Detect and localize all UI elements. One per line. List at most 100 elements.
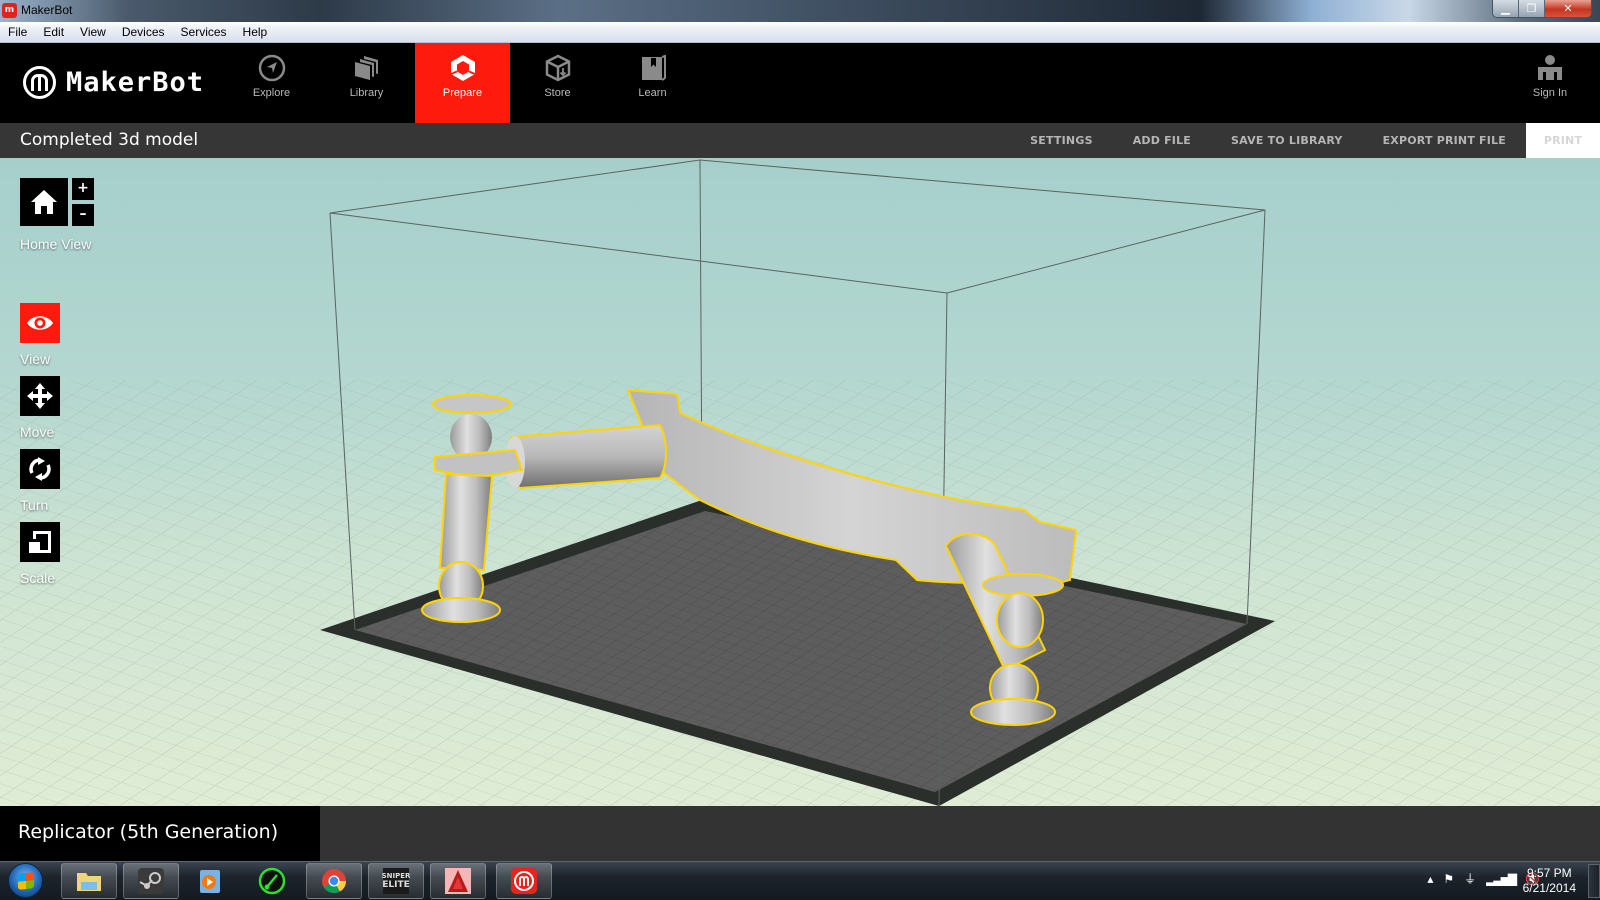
action-center-flag-icon[interactable]: ⚑ bbox=[1443, 872, 1454, 886]
compass-icon bbox=[258, 54, 285, 82]
view-button[interactable] bbox=[20, 303, 60, 343]
folder-icon bbox=[77, 873, 101, 891]
taskbar-makerbot[interactable] bbox=[496, 863, 552, 899]
home-view-label: Home View bbox=[20, 236, 92, 252]
play-icon bbox=[200, 870, 220, 893]
print-button[interactable]: PRINT bbox=[1526, 123, 1600, 158]
sign-in-label: Sign In bbox=[1532, 87, 1568, 99]
model-right-foot bbox=[970, 698, 1056, 726]
view-label: View bbox=[20, 351, 51, 367]
svg-text:SNIPER: SNIPER bbox=[382, 872, 410, 880]
menu-help[interactable]: Help bbox=[243, 25, 268, 39]
model-left-foot bbox=[421, 597, 501, 623]
nav-tab-library[interactable]: Library bbox=[319, 43, 414, 123]
menu-edit[interactable]: Edit bbox=[43, 25, 64, 39]
turn-button[interactable] bbox=[20, 449, 60, 489]
menu-services[interactable]: Services bbox=[181, 25, 227, 39]
nav-label: Prepare bbox=[442, 87, 483, 99]
nav-label: Store bbox=[544, 87, 571, 99]
nav-tab-learn[interactable]: Learn bbox=[605, 43, 700, 123]
clock-time: 9:57 PM bbox=[1526, 866, 1572, 880]
scale-button[interactable] bbox=[20, 522, 60, 562]
signal-bars-icon[interactable]: ▂▃▅▇ bbox=[1486, 872, 1517, 886]
app-header: MakerBot Explore Library Prepare Store L… bbox=[0, 43, 1600, 123]
svg-text:ELITE: ELITE bbox=[382, 880, 410, 890]
taskbar-steam[interactable] bbox=[123, 863, 179, 899]
scale-label: Scale bbox=[20, 570, 56, 586]
nav-tab-prepare[interactable]: Prepare bbox=[415, 43, 510, 123]
menu-view[interactable]: View bbox=[80, 25, 106, 39]
restore-button[interactable]: ❐ bbox=[1519, 0, 1545, 17]
clock-date: 6/21/2014 bbox=[1522, 881, 1576, 895]
turn-tool: Turn bbox=[20, 449, 60, 513]
zoom-out-button[interactable]: – bbox=[72, 204, 94, 226]
project-toolbar: Completed 3d model SETTINGS ADD FILE SAV… bbox=[0, 123, 1600, 158]
move-tool: Move bbox=[20, 376, 60, 440]
show-desktop-button[interactable] bbox=[1588, 864, 1600, 898]
device-selector[interactable]: Replicator (5th Generation) bbox=[0, 806, 320, 861]
taskbar-explorer[interactable] bbox=[61, 863, 117, 899]
settings-button[interactable]: SETTINGS bbox=[1010, 123, 1113, 158]
box-icon bbox=[545, 54, 570, 82]
home-view-tool: + – Home View bbox=[20, 178, 94, 252]
move-label: Move bbox=[20, 424, 55, 440]
model-right-upper-bulb bbox=[996, 592, 1044, 648]
user-icon bbox=[1538, 55, 1562, 80]
model-left-leg bbox=[438, 472, 494, 572]
window-title: MakerBot bbox=[21, 3, 73, 17]
scale-tool: Scale bbox=[20, 522, 60, 586]
taskbar-sniper-elite[interactable]: SNIPER ELITE bbox=[368, 863, 424, 899]
home-icon bbox=[31, 190, 57, 214]
eye-icon bbox=[27, 316, 53, 330]
makerbot-app-icon: m bbox=[2, 3, 17, 18]
chrome-icon bbox=[322, 869, 346, 894]
close-button[interactable]: ✕ bbox=[1545, 0, 1591, 17]
book-bookmark-icon bbox=[641, 54, 666, 81]
logo-text: MakerBot bbox=[66, 67, 205, 98]
window-controls: ▁ ❐ ✕ bbox=[1492, 0, 1592, 18]
model-left-top-disc bbox=[432, 394, 512, 414]
nav-label: Explore bbox=[252, 87, 291, 99]
autocad-icon bbox=[445, 868, 471, 894]
system-clock[interactable]: 9:57 PM 6/21/2014 bbox=[1523, 866, 1576, 896]
taskbar-game-booster[interactable] bbox=[244, 863, 300, 899]
sign-in-button[interactable]: Sign In bbox=[1520, 43, 1580, 123]
menu-bar: File Edit View Devices Services Help bbox=[0, 22, 1600, 43]
gauge-icon bbox=[258, 867, 286, 895]
nav-tab-store[interactable]: Store bbox=[510, 43, 605, 123]
steam-icon bbox=[138, 868, 164, 894]
taskbar-media-player[interactable] bbox=[182, 863, 238, 899]
add-file-button[interactable]: ADD FILE bbox=[1113, 123, 1211, 158]
device-name: Replicator (5th Generation) bbox=[18, 821, 279, 843]
power-plug-icon[interactable]: ⏚ bbox=[1464, 870, 1476, 887]
taskbar-autocad[interactable] bbox=[430, 863, 486, 899]
3d-scene[interactable] bbox=[0, 158, 1600, 806]
window-title-bar: m MakerBot ▁ ❐ ✕ bbox=[0, 0, 1600, 22]
save-to-library-button[interactable]: SAVE TO LIBRARY bbox=[1211, 123, 1363, 158]
makerbot-m-icon bbox=[23, 66, 56, 99]
taskbar-chrome[interactable] bbox=[306, 863, 362, 899]
model-arm-cylinder bbox=[506, 423, 667, 490]
zoom-in-button[interactable]: + bbox=[72, 178, 94, 200]
device-footer: Replicator (5th Generation) bbox=[0, 806, 1600, 861]
makerbot-logo[interactable]: MakerBot bbox=[23, 66, 204, 99]
view-tool: View bbox=[20, 303, 60, 367]
nav-label: Learn bbox=[638, 87, 667, 99]
scale-icon bbox=[29, 531, 51, 553]
export-print-file-button[interactable]: EXPORT PRINT FILE bbox=[1363, 123, 1526, 158]
sniper-elite-icon: SNIPER ELITE bbox=[382, 868, 410, 894]
menu-devices[interactable]: Devices bbox=[122, 25, 165, 39]
start-button[interactable] bbox=[8, 863, 43, 898]
3d-viewport[interactable]: + – Home View View Move Turn Scale bbox=[0, 158, 1600, 806]
nav-label: Library bbox=[349, 87, 384, 99]
rotate-icon bbox=[29, 457, 51, 481]
prepare-cube-icon bbox=[450, 55, 475, 81]
move-button[interactable] bbox=[20, 376, 60, 416]
project-title: Completed 3d model bbox=[20, 130, 199, 150]
menu-file[interactable]: File bbox=[8, 25, 27, 39]
home-view-button[interactable] bbox=[20, 178, 68, 226]
minimize-button[interactable]: ▁ bbox=[1493, 0, 1519, 17]
project-actions: SETTINGS ADD FILE SAVE TO LIBRARY EXPORT… bbox=[1010, 123, 1600, 158]
nav-tab-explore[interactable]: Explore bbox=[224, 43, 319, 123]
show-hidden-icon[interactable]: ▴ bbox=[1427, 872, 1433, 886]
